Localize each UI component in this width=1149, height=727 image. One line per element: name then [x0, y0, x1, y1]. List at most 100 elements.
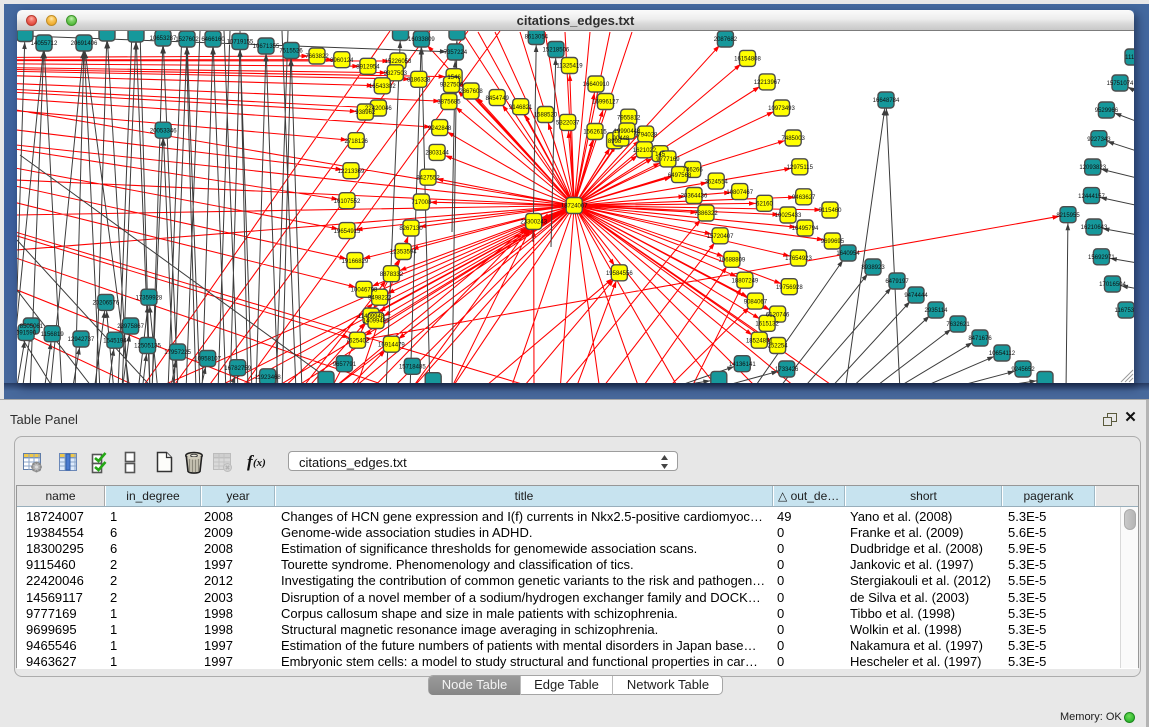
- svg-text:1527602: 1527602: [175, 37, 199, 43]
- svg-text:252254: 252254: [768, 344, 789, 350]
- svg-text:8938923: 8938923: [861, 265, 885, 271]
- svg-text:9227343: 9227343: [1087, 137, 1111, 143]
- svg-text:3624554: 3624554: [705, 179, 729, 185]
- svg-text:14099489: 14099489: [363, 319, 390, 325]
- svg-text:9242848: 9242848: [428, 126, 452, 132]
- svg-text:20053346: 20053346: [150, 128, 177, 134]
- svg-text:11923468: 11923468: [254, 375, 281, 381]
- svg-text:1640954: 1640954: [836, 251, 860, 257]
- svg-text:19654915: 19654915: [334, 229, 361, 235]
- svg-text:10958107: 10958107: [194, 357, 221, 363]
- svg-text:12213967: 12213967: [754, 80, 781, 86]
- svg-text:17957225: 17957225: [164, 350, 191, 356]
- svg-text:12444157: 12444157: [1078, 194, 1105, 200]
- svg-text:19166829: 19166829: [342, 259, 369, 265]
- svg-text:8215955: 8215955: [1056, 213, 1080, 219]
- svg-text:16996127: 16996127: [592, 100, 619, 106]
- svg-text:19990448: 19990448: [614, 129, 641, 135]
- svg-text:1615132: 1615132: [755, 322, 779, 328]
- svg-text:2803144: 2803144: [425, 151, 449, 157]
- svg-text:8613054: 8613054: [525, 35, 549, 41]
- svg-text:1733426: 1733426: [775, 367, 799, 373]
- svg-text:90448: 90448: [613, 136, 630, 142]
- svg-text:1156819: 1156819: [41, 332, 65, 338]
- svg-text:16154808: 16154808: [734, 57, 761, 63]
- svg-text:9777169: 9777169: [656, 157, 680, 163]
- svg-text:15718485: 15718485: [399, 365, 426, 371]
- svg-text:7485003: 7485003: [782, 136, 806, 142]
- svg-text:6479197: 6479197: [885, 279, 909, 285]
- svg-text:2087682: 2087682: [714, 37, 738, 43]
- svg-text:10973493: 10973493: [768, 106, 795, 112]
- svg-text:9327503: 9327503: [384, 71, 408, 77]
- svg-text:16640910: 16640910: [583, 82, 610, 88]
- svg-text:1621022: 1621022: [633, 148, 657, 154]
- svg-text:20206576: 20206576: [92, 301, 119, 307]
- svg-text:12213369: 12213369: [338, 169, 365, 175]
- svg-text:11325419: 11325419: [556, 64, 583, 70]
- svg-text:18724007: 18724007: [561, 204, 588, 210]
- svg-text:16107552: 16107552: [334, 199, 361, 205]
- svg-text:(x): (x): [253, 457, 266, 469]
- svg-text:7663822: 7663822: [305, 54, 329, 60]
- svg-text:717008: 717008: [411, 200, 432, 206]
- svg-text:9115460: 9115460: [819, 208, 843, 214]
- svg-text:2718126: 2718126: [345, 139, 369, 145]
- svg-text:7625402: 7625402: [346, 338, 370, 344]
- svg-text:1588520: 1588520: [534, 113, 558, 119]
- svg-text:15226058: 15226058: [385, 59, 412, 65]
- svg-text:16782759: 16782759: [224, 366, 251, 372]
- svg-text:2935114: 2935114: [925, 308, 949, 314]
- svg-text:10807467: 10807467: [726, 190, 753, 196]
- svg-text:16495794: 16495794: [792, 226, 819, 232]
- svg-text:10688809: 10688809: [719, 258, 746, 264]
- svg-text:62160: 62160: [756, 202, 773, 208]
- svg-text:8471676: 8471676: [968, 336, 992, 342]
- svg-text:16543382: 16543382: [369, 84, 396, 90]
- svg-text:3875685: 3875685: [437, 100, 461, 106]
- svg-text:391590: 391590: [17, 331, 37, 337]
- svg-text:1545194: 1545194: [103, 338, 127, 344]
- svg-text:18807249: 18807249: [732, 278, 759, 284]
- svg-text:7632621: 7632621: [946, 322, 970, 328]
- svg-text:9463627: 9463627: [792, 195, 816, 201]
- svg-text:12975115: 12975115: [787, 165, 814, 171]
- svg-text:8427552: 8427552: [416, 175, 440, 181]
- svg-text:8505061: 8505061: [20, 324, 44, 330]
- svg-text:16914479: 16914479: [378, 342, 405, 348]
- svg-text:8267130: 8267130: [399, 226, 423, 232]
- svg-text:20364436: 20364436: [681, 194, 708, 200]
- svg-text:15218506: 15218506: [543, 48, 570, 54]
- svg-text:23300243: 23300243: [520, 220, 547, 226]
- svg-text:9699695: 9699695: [821, 239, 845, 245]
- svg-text:11125: 11125: [1125, 55, 1134, 61]
- svg-text:12942737: 12942737: [68, 337, 95, 343]
- svg-text:23975867: 23975867: [117, 324, 144, 330]
- svg-text:6466160: 6466160: [201, 37, 225, 43]
- svg-text:15692971: 15692971: [1088, 255, 1115, 261]
- svg-text:9327508: 9327508: [440, 83, 464, 89]
- svg-text:6120746: 6120746: [766, 312, 790, 318]
- svg-text:9474444: 9474444: [904, 293, 928, 299]
- svg-text:19756928: 19756928: [776, 285, 803, 291]
- svg-text:9146821: 9146821: [509, 105, 533, 111]
- svg-text:8912954: 8912954: [356, 65, 380, 71]
- svg-text:17654923: 17654923: [785, 256, 812, 262]
- svg-text:1562615: 1562615: [583, 130, 607, 136]
- svg-text:16210643: 16210643: [1081, 225, 1108, 231]
- svg-text:12093823: 12093823: [1079, 165, 1106, 171]
- svg-text:1546: 1546: [447, 75, 461, 81]
- svg-text:7386322: 7386322: [694, 211, 718, 217]
- svg-text:10025433: 10025433: [775, 213, 802, 219]
- svg-text:15751074: 15751074: [1107, 81, 1134, 87]
- svg-text:10671355: 10671355: [253, 44, 280, 50]
- svg-text:9245652: 9245652: [1011, 367, 1035, 373]
- svg-text:938962: 938962: [355, 110, 376, 116]
- svg-text:9657791: 9657791: [333, 362, 357, 368]
- svg-text:8186328: 8186328: [407, 78, 431, 84]
- svg-text:9084067: 9084067: [744, 299, 768, 305]
- svg-text:9529966: 9529966: [1095, 108, 1119, 114]
- svg-text:1167533: 1167533: [1115, 308, 1134, 314]
- svg-text:20691406: 20691406: [71, 41, 98, 47]
- svg-text:12505135: 12505135: [134, 344, 161, 350]
